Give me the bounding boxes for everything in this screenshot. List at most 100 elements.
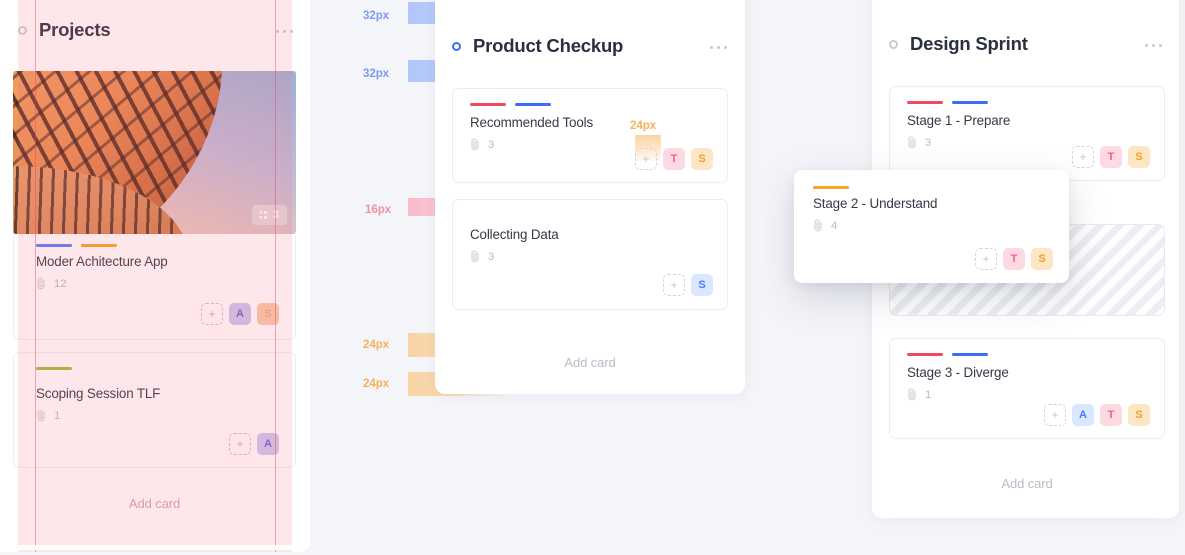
card-attachment-count: 3 xyxy=(488,138,495,151)
card-stage-3-diverge[interactable]: Stage 3 - Diverge 1 + A T S xyxy=(889,338,1165,439)
measurement-label: 32px xyxy=(363,67,390,80)
card-attachment-count: 1 xyxy=(925,388,932,401)
card-tags xyxy=(907,101,988,104)
avatar[interactable]: T xyxy=(1100,404,1122,426)
avatar[interactable]: S xyxy=(257,303,279,325)
column-menu-ellipsis-icon[interactable] xyxy=(276,30,294,34)
paperclip-icon xyxy=(814,219,822,232)
card-avatars: + A xyxy=(229,433,279,455)
card-attachment-meta: 4 xyxy=(813,219,837,232)
status-dot-idle-icon xyxy=(889,39,898,49)
add-member-plus-icon[interactable]: + xyxy=(1044,404,1066,426)
card-attachment-meta: 1 xyxy=(36,409,60,422)
column-menu-ellipsis-icon[interactable] xyxy=(710,46,728,50)
dragging-card-stage-2-understand[interactable]: Stage 2 - Understand 4 + T S xyxy=(794,170,1069,283)
card-collecting-data[interactable]: Collecting Data 3 + S xyxy=(452,199,728,310)
card-scoping-session-tlf[interactable]: Scoping Session TLF 1 + A xyxy=(13,352,296,468)
measurement-label: 32px xyxy=(363,9,390,22)
add-card-button[interactable]: Add card xyxy=(13,496,296,511)
card-avatars: + T S xyxy=(975,248,1053,270)
avatar[interactable]: S xyxy=(691,148,713,170)
column-projects[interactable]: Projects 3 Moder Achitecture App 12 + A … xyxy=(0,0,310,552)
kanban-board: Projects 3 Moder Achitecture App 12 + A … xyxy=(0,0,1185,555)
thumbnail-badge-count: 3 xyxy=(272,209,279,221)
card-tag xyxy=(36,367,72,370)
card-tag xyxy=(907,353,943,356)
thumbnail-attachment-badge: 3 xyxy=(251,205,287,225)
paperclip-icon xyxy=(37,277,45,290)
add-member-plus-icon[interactable]: + xyxy=(1072,146,1094,168)
column-title: Product Checkup xyxy=(473,35,624,56)
add-member-plus-icon[interactable]: + xyxy=(663,274,685,296)
card-tag xyxy=(470,103,506,106)
card-stage-1-prepare[interactable]: Stage 1 - Prepare 3 + T S xyxy=(889,86,1165,181)
status-dot-active-icon xyxy=(452,41,461,51)
card-attachment-meta: 3 xyxy=(470,250,494,263)
column-title: Projects xyxy=(39,19,111,40)
card-moder-achitecture-app[interactable]: Moder Achitecture App 12 + A S xyxy=(13,234,296,340)
card-tags xyxy=(36,244,117,247)
card-tags xyxy=(813,186,849,189)
card-title: Recommended Tools xyxy=(470,115,593,130)
column-product-checkup[interactable]: Product Checkup Recommended Tools 3 + T … xyxy=(435,0,745,394)
card-thumbnail-image[interactable]: 3 xyxy=(13,71,296,234)
avatar[interactable]: A xyxy=(257,433,279,455)
paperclip-icon xyxy=(908,136,916,149)
add-card-button[interactable]: Add card xyxy=(452,355,728,370)
card-attachment-meta: 3 xyxy=(470,138,494,151)
card-title: Stage 1 - Prepare xyxy=(907,113,1011,128)
card-tag xyxy=(952,353,988,356)
paperclip-icon xyxy=(471,138,479,151)
avatar[interactable]: A xyxy=(1072,404,1094,426)
card-tag xyxy=(952,101,988,104)
avatar[interactable]: S xyxy=(1128,404,1150,426)
avatar[interactable]: T xyxy=(663,148,685,170)
avatar[interactable]: T xyxy=(1100,146,1122,168)
column-header-design-sprint: Design Sprint xyxy=(889,32,1028,56)
card-tag xyxy=(813,186,849,189)
avatar[interactable]: S xyxy=(691,274,713,296)
card-title: Collecting Data xyxy=(470,227,559,242)
card-title: Stage 2 - Understand xyxy=(813,196,938,211)
column-header-product-checkup: Product Checkup xyxy=(452,34,623,58)
column-menu-ellipsis-icon[interactable] xyxy=(1145,44,1163,48)
column-header-projects: Projects xyxy=(18,18,111,42)
paperclip-icon xyxy=(37,409,45,422)
horizontal-scrollbar[interactable] xyxy=(10,545,300,550)
card-attachment-meta: 12 xyxy=(36,277,67,290)
vertical-scrollbar[interactable] xyxy=(300,64,305,154)
measurement-label: 24px xyxy=(363,338,390,351)
add-member-plus-icon[interactable]: + xyxy=(229,433,251,455)
card-attachment-count: 4 xyxy=(831,219,838,232)
paperclip-icon xyxy=(908,388,916,401)
card-attachment-count: 1 xyxy=(54,409,61,422)
card-recommended-tools[interactable]: Recommended Tools 3 + T S xyxy=(452,88,728,183)
avatar[interactable]: A xyxy=(229,303,251,325)
card-attachment-count: 3 xyxy=(925,136,932,149)
measurement-label: 16px xyxy=(365,203,392,216)
card-tag xyxy=(81,244,117,247)
card-tag xyxy=(515,103,551,106)
add-card-button[interactable]: Add card xyxy=(889,476,1165,491)
avatar[interactable]: T xyxy=(1003,248,1025,270)
avatar[interactable]: S xyxy=(1031,248,1053,270)
grid-dots-icon xyxy=(259,211,267,219)
card-title: Stage 3 - Diverge xyxy=(907,365,1009,380)
column-title: Design Sprint xyxy=(910,33,1028,54)
measurement-bar-avatar-spacing xyxy=(635,135,661,161)
measurement-label: 24px xyxy=(630,119,657,132)
card-attachment-count: 12 xyxy=(54,277,67,290)
card-avatars: + A T S xyxy=(1044,404,1150,426)
card-title: Moder Achitecture App xyxy=(36,254,168,269)
card-attachment-count: 3 xyxy=(488,250,495,263)
card-tags xyxy=(36,367,72,370)
status-dot-idle-icon xyxy=(18,25,27,35)
add-member-plus-icon[interactable]: + xyxy=(975,248,997,270)
measurement-label: 24px xyxy=(363,377,390,390)
card-title: Scoping Session TLF xyxy=(36,386,161,401)
card-avatars: + T S xyxy=(1072,146,1150,168)
card-tag xyxy=(907,101,943,104)
card-avatars: + S xyxy=(663,274,713,296)
add-member-plus-icon[interactable]: + xyxy=(201,303,223,325)
avatar[interactable]: S xyxy=(1128,146,1150,168)
